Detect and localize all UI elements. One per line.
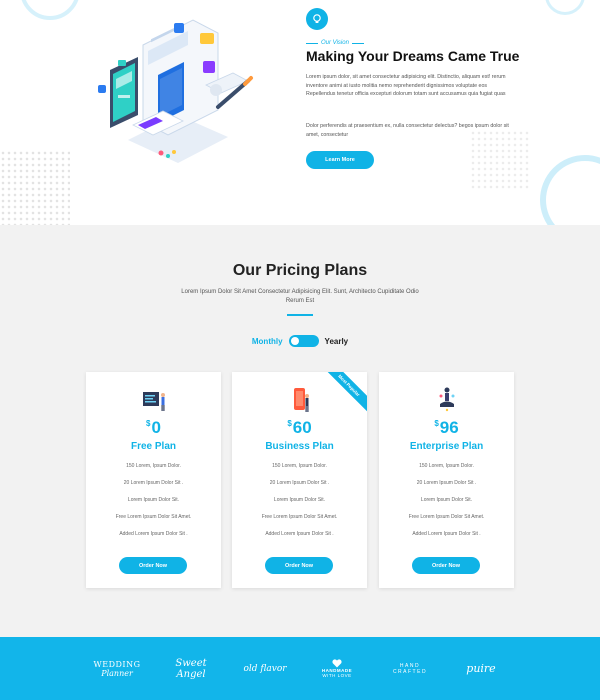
feature-item: 20 Lorem Ipsum Dolor Sit . [269,480,330,486]
feature-item: 20 Lorem Ipsum Dolor Sit . [123,480,184,486]
decorative-ring [540,155,600,225]
currency-symbol: $ [287,419,292,428]
feature-item: 150 Lorem, Ipsum Dolor. [419,463,474,469]
pricing-subtitle: Lorem Ipsum Dolor Sit Amet Consectetur A… [181,289,419,304]
currency-symbol: $ [146,419,151,428]
feature-item: Added Lorem Ipsum Dolor Sit . [119,531,188,537]
billing-switch[interactable] [288,335,319,347]
monthly-label[interactable]: Monthly [252,337,283,346]
pricing-section: Our Pricing Plans Lorem Ipsum Dolor Sit … [0,225,600,637]
heart-icon [332,659,342,668]
vision-section: Our Vision Making Your Dreams Came True … [0,0,600,225]
switch-knob [290,337,299,345]
brand-text: Planner [101,668,133,678]
yearly-label[interactable]: Yearly [325,337,349,346]
brand-text: WITH LOVE [322,673,352,678]
plan-name: Business Plan [265,441,334,452]
feature-list: 150 Lorem, Ipsum Dolor. 20 Lorem Ipsum D… [86,463,221,548]
feature-item: 150 Lorem, Ipsum Dolor. [272,463,327,469]
feature-item: 20 Lorem Ipsum Dolor Sit . [416,480,477,486]
learn-more-button[interactable]: Learn More [306,151,374,169]
decorative-dots [0,150,70,225]
plan-price: $0 [86,418,221,438]
brand-logo-puire: puire [452,637,510,700]
order-now-button[interactable]: Order Now [412,557,480,574]
isometric-devices-illustration [98,19,253,163]
feature-item: 150 Lorem, Ipsum Dolor. [126,463,181,469]
pricing-card-business: Most Popular $60 Business Plan 150 Lorem… [232,372,367,588]
mobile-phone-icon [293,388,309,412]
pricing-card-enterprise: $96 Enterprise Plan 150 Lorem, Ipsum Dol… [379,372,514,588]
brand-text: WEDDING [93,659,141,669]
vision-title: Making Your Dreams Came True [306,48,520,64]
decorative-ring [545,0,585,15]
brand-logo-wedding-planner: WEDDING Planner [88,637,146,700]
pricing-card-free: $0 Free Plan 150 Lorem, Ipsum Dolor. 20 … [86,372,221,588]
vision-paragraph: Lorem ipsum dolor, sit amet consectetur … [306,74,506,98]
pricing-title: Our Pricing Plans [232,262,368,279]
lightbulb-icon [306,8,328,30]
feature-item: Free Lorem Ipsum Dolor Sit Amet. [408,514,485,520]
presentation-board-icon [142,392,165,411]
price-value: 96 [439,418,459,437]
eyebrow-line [306,42,318,44]
feature-item: Free Lorem Ipsum Dolor Sit Amet. [115,514,192,520]
plan-name: Free Plan [130,441,177,452]
brand-logos-bar: WEDDING Planner Sweet Angel old flavor H… [0,637,600,700]
plan-name: Enterprise Plan [409,441,484,452]
brand-text: CRAFTED [392,668,428,675]
most-popular-ribbon: Most Popular [316,372,367,418]
feature-item: Free Lorem Ipsum Dolor Sit Amet. [261,514,338,520]
order-now-button[interactable]: Order Now [119,557,187,574]
vision-paragraph: Dolor perferendis at praesentium ex, nul… [306,123,509,138]
price-value: 60 [292,418,312,437]
brand-logo-handmade: HANDMADE WITH LOVE [308,637,366,700]
eyebrow-line [351,42,364,44]
section-eyebrow: Our Vision [306,40,364,46]
title-underline [287,314,313,316]
feature-item: Added Lorem Ipsum Dolor Sit . [265,531,334,537]
eyebrow-text: Our Vision [321,40,349,46]
brand-text: old flavor [243,663,287,674]
brand-text: Sweet Angel [175,657,207,680]
feature-list: 150 Lorem, Ipsum Dolor. 20 Lorem Ipsum D… [379,463,514,548]
currency-symbol: $ [434,419,439,428]
feature-item: Lorem Ipsum Dolor Sit. [420,497,473,503]
feature-item: Lorem Ipsum Dolor Sit. [273,497,326,503]
price-value: 0 [151,418,161,437]
brand-text: puire [466,662,496,675]
feature-list: 150 Lorem, Ipsum Dolor. 20 Lorem Ipsum D… [232,463,367,548]
order-now-button[interactable]: Order Now [265,557,333,574]
billing-toggle: Monthly Yearly [0,335,600,347]
plan-price: $60 [232,418,367,438]
person-meditating-icon [439,387,454,412]
feature-item: Added Lorem Ipsum Dolor Sit . [412,531,481,537]
plan-price: $96 [379,418,514,438]
feature-item: Lorem Ipsum Dolor Sit. [127,497,180,503]
brand-logo-sweet-angel: Sweet Angel [160,637,222,700]
brand-logo-hand-crafted: HAND CRAFTED [380,637,440,700]
brand-logo-old-flavor: old flavor [236,637,294,700]
decorative-ring [20,0,80,20]
